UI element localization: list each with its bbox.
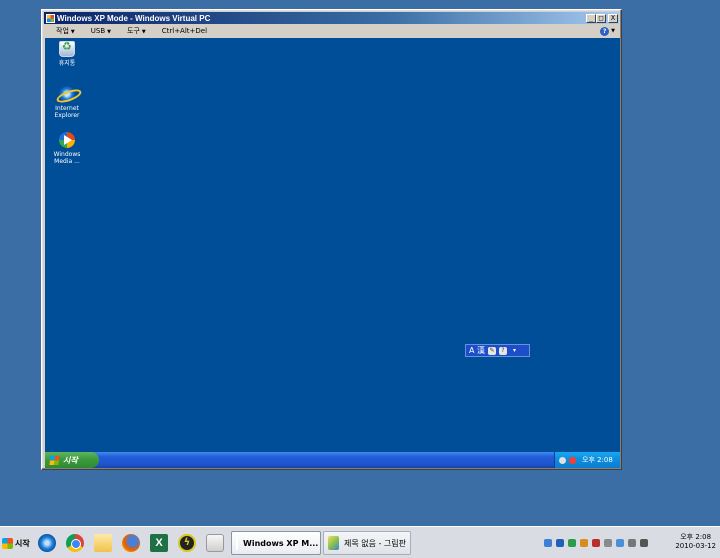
windows-flag-icon <box>2 537 13 549</box>
desktop-icon-label: Internet Explorer <box>54 105 80 119</box>
start-label: 시작 <box>15 538 30 548</box>
paint-icon <box>328 536 339 550</box>
chevron-down-icon[interactable]: ▼ <box>611 28 615 34</box>
internet-explorer-icon <box>59 86 75 102</box>
menu-usb[interactable]: USB ▼ <box>83 27 119 35</box>
menu-tools-label: 도구 <box>126 27 140 35</box>
guest-start-button[interactable]: 시작 <box>45 452 99 468</box>
chevron-down-icon: ▼ <box>141 29 146 35</box>
taskbar-button-virtual-pc[interactable]: Windows XP M... <box>231 531 321 555</box>
desktop-icon-windows-media-player[interactable]: Windows Media ... <box>47 132 87 165</box>
guest-system-tray: 오후 2:08 <box>554 452 620 468</box>
menu-action-label: 작업 <box>56 27 69 35</box>
tray-app-icon[interactable] <box>556 539 564 547</box>
security-shield-icon[interactable] <box>569 456 576 464</box>
menu-tools[interactable]: 도구 ▼ <box>119 26 154 36</box>
minimize-button[interactable]: _ <box>586 13 596 23</box>
network-icon[interactable] <box>559 456 566 464</box>
clock-time: 오후 2:08 <box>680 533 712 541</box>
maximize-button[interactable]: □ <box>596 13 606 23</box>
chevron-down-icon: ▼ <box>107 29 111 35</box>
menu-bar: 작업 ▼ USB ▼ 도구 ▼ Ctrl+Alt+Del ? ▼ <box>44 25 619 37</box>
tray-app-icon[interactable] <box>580 539 588 547</box>
chrome-icon[interactable] <box>66 534 84 552</box>
host-taskbar: 시작 X ϟ Windows XP M... 제목 없음 - 그림판 오후 2:… <box>0 526 720 558</box>
tray-app-icon[interactable] <box>616 539 624 547</box>
guest-desktop: 휴지통 Internet Explorer Windows Media ... … <box>45 38 620 468</box>
host-start-button[interactable]: 시작 <box>0 535 30 551</box>
ime-pad-icon[interactable]: ✎ <box>488 346 497 355</box>
guest-clock[interactable]: 오후 2:08 <box>582 455 613 465</box>
menu-usb-label: USB <box>90 27 106 35</box>
taskbar-button-paint[interactable]: 제목 없음 - 그림판 <box>323 531 411 555</box>
mail-icon[interactable] <box>206 534 224 552</box>
quick-launch: X ϟ <box>38 533 224 553</box>
tray-app-icon[interactable] <box>604 539 612 547</box>
tray-app-icon[interactable] <box>568 539 576 547</box>
taskbar-button-label: Windows XP M... <box>243 538 319 548</box>
firefox-icon[interactable] <box>122 534 140 552</box>
help-icon[interactable]: ? <box>600 26 610 36</box>
desktop-icon-recycle-bin[interactable]: 휴지통 <box>47 41 87 67</box>
desktop-icon-label: Windows Media ... <box>53 151 81 165</box>
menu-ctrl-alt-del[interactable]: Ctrl+Alt+Del <box>154 27 215 35</box>
tray-app-icon[interactable] <box>592 539 600 547</box>
host-clock[interactable]: 오후 2:08 2010-03-12 <box>675 533 716 551</box>
chevron-down-icon: ▼ <box>70 29 75 35</box>
menu-action[interactable]: 작업 ▼ <box>48 26 83 36</box>
folder-icon[interactable] <box>94 534 112 552</box>
network-icon[interactable] <box>628 539 636 547</box>
chevron-down-icon[interactable]: ▾ <box>513 347 516 354</box>
clock-date: 2010-03-12 <box>675 542 716 550</box>
volume-icon[interactable] <box>640 539 648 547</box>
ime-language-bar[interactable]: A 漢 ✎ ? ▾ <box>465 344 530 357</box>
guest-taskbar: 시작 오후 2:08 <box>45 452 620 468</box>
virtual-pc-icon <box>236 536 238 550</box>
desktop-icon-label: 휴지통 <box>58 60 76 67</box>
internet-explorer-icon[interactable] <box>38 534 56 552</box>
windows-flag-icon <box>49 455 60 465</box>
window-titlebar[interactable]: Windows XP Mode - Windows Virtual PC _ □… <box>44 12 619 24</box>
ime-help-icon[interactable]: ? <box>499 346 508 355</box>
close-button[interactable]: X <box>608 13 618 23</box>
tray-app-icon[interactable] <box>544 539 552 547</box>
recycle-bin-icon <box>59 41 75 57</box>
virtual-pc-window: Windows XP Mode - Windows Virtual PC _ □… <box>41 9 622 470</box>
windows-media-player-icon <box>59 132 75 148</box>
excel-icon[interactable]: X <box>150 534 168 552</box>
desktop-icon-internet-explorer[interactable]: Internet Explorer <box>47 86 87 119</box>
window-title: Windows XP Mode - Windows Virtual PC <box>57 13 211 23</box>
taskbar-button-label: 제목 없음 - 그림판 <box>343 538 406 548</box>
virtual-pc-app-icon[interactable] <box>46 13 55 23</box>
start-label: 시작 <box>63 455 78 465</box>
winamp-icon[interactable]: ϟ <box>178 534 196 552</box>
ime-mode-label[interactable]: A 漢 <box>469 345 485 356</box>
